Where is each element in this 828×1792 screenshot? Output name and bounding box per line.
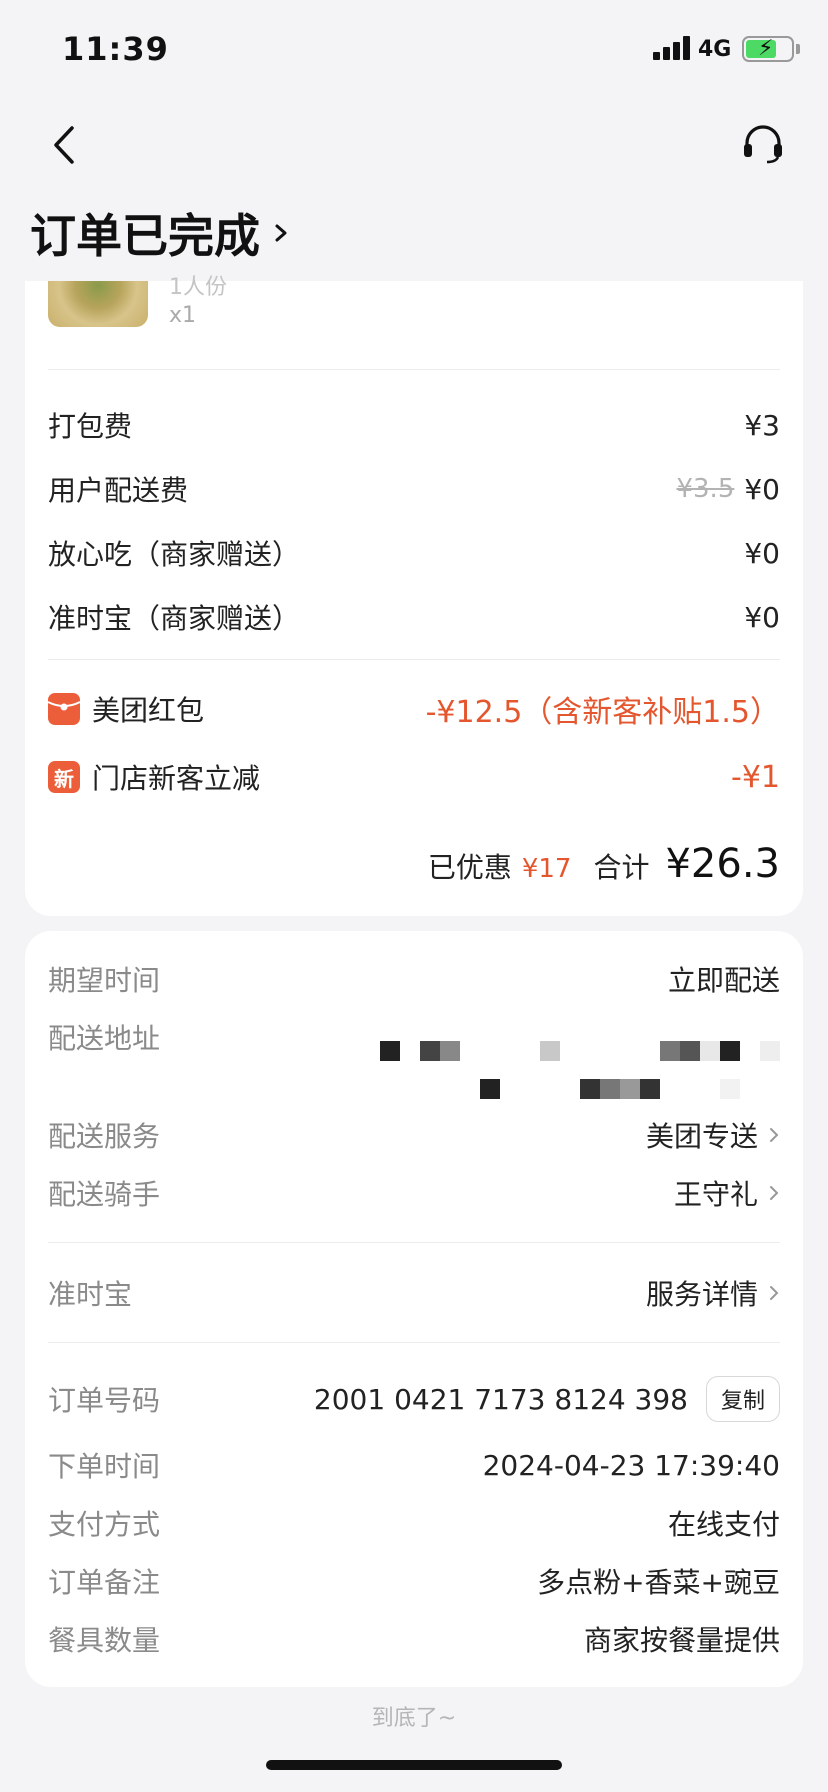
fee-value: ¥0 [744,536,780,570]
note-row: 订单备注 多点粉+香菜+豌豆 [48,1561,780,1601]
saved-label: 已优惠 [427,851,512,884]
info-value: 在线支付 [667,1508,780,1541]
info-value: 王守礼 [673,1178,758,1211]
headset-icon [744,125,782,164]
order-time-row: 下单时间 2024-04-23 17:39:40 [48,1445,780,1485]
copy-button[interactable]: 复制 [705,1376,780,1422]
end-of-list-text: 到底了~ [371,1706,457,1731]
info-value: 服务详情 [645,1278,758,1311]
signal-icon [653,36,691,60]
info-label: 准时宝 [48,1278,133,1311]
chevron-right-icon [770,1186,779,1200]
fee-row-safe-eat: 放心吃（商家赠送） ¥0 [48,533,780,573]
info-value: 立即配送 [667,964,780,997]
status-bar: 11:39 4G ⚡ [0,0,828,100]
order-fee-card: 1人份 x1 打包费 ¥3 用户配送费 ¥3.5 ¥0 放心吃（商家赠送） ¥0… [25,275,803,916]
fee-label: 用户配送费 [48,474,189,507]
rider-row[interactable]: 配送骑手 王守礼 [48,1173,780,1213]
food-spec: 1人份 [169,275,227,300]
promo-label: 美团红包 [92,694,205,727]
fee-value: ¥3 [744,408,780,442]
chevron-left-icon [54,126,74,164]
fee-label: 放心吃（商家赠送） [48,538,301,571]
divider [48,659,780,660]
info-value: 商家按餐量提供 [583,1624,780,1657]
info-label: 配送地址 [48,1022,161,1055]
divider [48,1342,780,1343]
info-label: 订单备注 [48,1566,161,1599]
total-value: ¥26.3 [665,841,780,887]
divider [48,369,780,370]
promo-label: 门店新客立减 [92,762,261,795]
saved-value: ¥17 [521,854,572,884]
tableware-row: 餐具数量 商家按餐量提供 [48,1619,780,1659]
order-number: 2001 0421 7173 8124 398 [313,1382,688,1416]
expected-time-row: 期望时间 立即配送 [48,959,780,999]
order-number-row: 订单号码 2001 0421 7173 8124 398 复制 [48,1376,780,1422]
new-customer-icon: 新 [48,761,80,793]
promo-row-red-packet: 美团红包 -¥12.5（含新客补贴1.5） [48,687,780,731]
order-info-card: 期望时间 立即配送 配送地址 配送服务 美团专送 配送骑手 王守礼 准时宝 服务… [25,931,803,1687]
promo-row-new-customer: 新 门店新客立减 -¥1 [48,755,780,799]
order-total: 已优惠 ¥17 合计 ¥26.3 [428,841,780,891]
info-label: 订单号码 [48,1384,161,1417]
info-label: 餐具数量 [48,1624,161,1657]
back-button[interactable] [46,122,86,168]
info-label: 支付方式 [48,1508,161,1541]
order-status-title[interactable]: 订单已完成 [30,200,290,266]
info-label: 期望时间 [48,964,161,997]
info-value: 2024-04-23 17:39:40 [482,1448,780,1482]
fee-row-packing: 打包费 ¥3 [48,405,780,445]
chevron-right-icon [275,224,287,242]
total-label: 合计 [593,851,650,884]
chevron-right-icon [770,1128,779,1142]
fee-value: ¥0 [744,600,780,634]
info-value: 多点粉+香菜+豌豆 [537,1566,780,1599]
status-time: 11:39 [62,30,169,68]
info-value: 美团专送 [645,1120,758,1153]
guarantee-row[interactable]: 准时宝 服务详情 [48,1273,780,1313]
home-indicator[interactable] [266,1760,562,1770]
delivery-service-row[interactable]: 配送服务 美团专送 [48,1115,780,1155]
fee-row-delivery: 用户配送费 ¥3.5 ¥0 [48,469,780,509]
fee-row-on-time: 准时宝（商家赠送） ¥0 [48,597,780,637]
info-label: 配送骑手 [48,1178,161,1211]
divider [48,1242,780,1243]
fee-original-value: ¥3.5 [676,474,735,504]
battery-icon: ⚡ [742,36,794,62]
food-image [48,281,148,327]
page-title: 订单已完成 [30,209,260,263]
network-label: 4G [698,37,732,62]
chevron-right-icon [770,1286,779,1300]
fee-label: 准时宝（商家赠送） [48,602,301,635]
info-label: 下单时间 [48,1450,161,1483]
promo-value: -¥1 [731,759,780,795]
promo-value: -¥12.5（含新客补贴1.5） [425,695,780,730]
battery-tip [796,44,800,54]
payment-row: 支付方式 在线支付 [48,1503,780,1543]
customer-service-button[interactable] [740,124,786,166]
red-packet-icon [48,693,80,725]
food-quantity: x1 [169,303,197,328]
info-label: 配送服务 [48,1120,161,1153]
fee-label: 打包费 [48,410,133,443]
fee-value: ¥0 [744,472,780,506]
